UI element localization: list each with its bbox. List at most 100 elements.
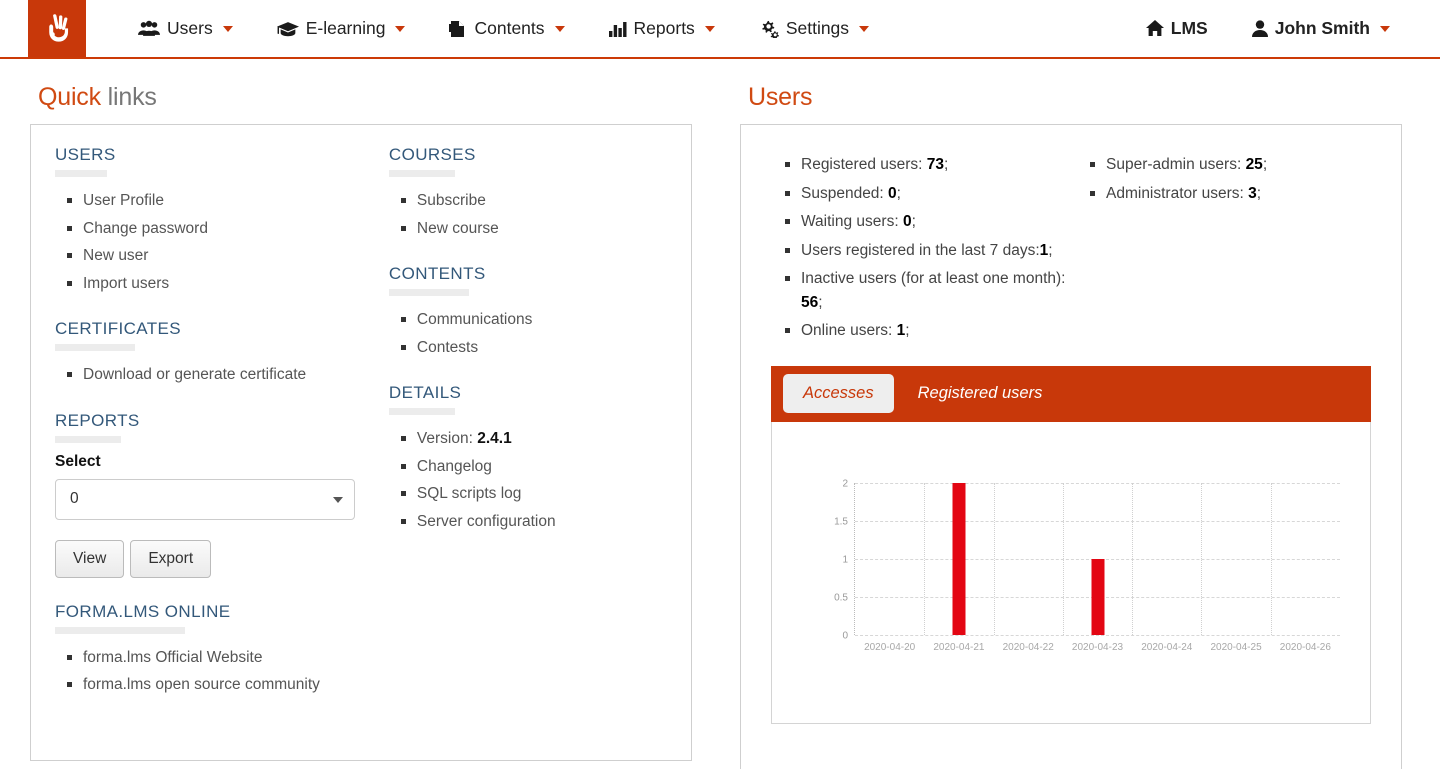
list-item[interactable]: Download or generate certificate xyxy=(83,361,361,389)
report-select[interactable]: 0 xyxy=(55,479,355,520)
users-stats-col-2: Super-admin users: 25; Administrator use… xyxy=(1080,153,1385,348)
list-item[interactable]: forma.lms open source community xyxy=(83,671,361,699)
list-item[interactable]: Changelog xyxy=(417,453,667,481)
user-icon xyxy=(1252,20,1268,37)
list-item[interactable]: Import users xyxy=(83,270,361,298)
nav-primary-menu: Users E-learning Conte xyxy=(116,0,891,57)
list-item[interactable]: SQL scripts log xyxy=(417,480,667,508)
chart-y-tick-label: 2 xyxy=(842,478,848,489)
nav-item-users[interactable]: Users xyxy=(116,0,255,57)
quick-links-title-accent: Quick xyxy=(38,83,101,111)
stat-label: Registered users: xyxy=(801,156,927,173)
tab-registered-users[interactable]: Registered users xyxy=(898,374,1063,413)
tab-accesses[interactable]: Accesses xyxy=(783,374,894,413)
chart-bar[interactable] xyxy=(952,483,965,635)
section-heading-users: USERS xyxy=(55,145,361,165)
link-user-profile[interactable]: User Profile xyxy=(83,192,164,209)
link-contests[interactable]: Contests xyxy=(417,339,478,356)
list-item[interactable]: Server configuration xyxy=(417,508,667,536)
chart-x-tick-label: 2020-04-25 xyxy=(1210,642,1261,653)
nav-item-contents[interactable]: Contents xyxy=(427,0,586,57)
link-communications[interactable]: Communications xyxy=(417,311,532,328)
users-stats-list-left: Registered users: 73; Suspended: 0; Wait… xyxy=(775,153,1080,343)
version-label: Version: xyxy=(417,430,473,447)
stat-suffix: ; xyxy=(818,294,822,311)
chart-bar[interactable] xyxy=(1091,559,1104,635)
link-new-user[interactable]: New user xyxy=(83,247,148,264)
view-button[interactable]: View xyxy=(55,540,124,578)
section-rule xyxy=(55,436,121,443)
section-rule xyxy=(389,408,455,415)
users-stats: Registered users: 73; Suspended: 0; Wait… xyxy=(757,143,1385,348)
quick-links-list-online: forma.lms Official Website forma.lms ope… xyxy=(55,644,361,699)
quick-links-list-contents: Communications Contests xyxy=(389,306,667,361)
link-download-certificate[interactable]: Download or generate certificate xyxy=(83,366,306,383)
nav-item-user-menu[interactable]: John Smith xyxy=(1230,0,1412,57)
quick-links-list-certificates: Download or generate certificate xyxy=(55,361,361,389)
home-icon xyxy=(1146,20,1164,37)
export-button[interactable]: Export xyxy=(130,540,211,578)
nav-item-contents-label: Contents xyxy=(474,18,544,39)
link-import-users[interactable]: Import users xyxy=(83,275,169,292)
nav-item-lms-label: LMS xyxy=(1171,18,1208,39)
stat-suffix: ; xyxy=(1048,242,1052,259)
stat-label: Online users: xyxy=(801,322,897,339)
users-stats-list-right: Super-admin users: 25; Administrator use… xyxy=(1080,153,1385,205)
nav-item-settings[interactable]: Settings xyxy=(737,0,891,57)
stat-suffix: ; xyxy=(897,185,901,202)
chart-y-tick-label: 0.5 xyxy=(834,592,848,603)
chart-tabs-wrapper: Accesses Registered users 00.511.522020-… xyxy=(771,366,1371,724)
list-item[interactable]: forma.lms Official Website xyxy=(83,644,361,672)
stat-inactive-users: Inactive users (for at least one month):… xyxy=(801,267,1080,314)
link-new-course[interactable]: New course xyxy=(417,220,499,237)
link-server-configuration[interactable]: Server configuration xyxy=(417,513,556,530)
hand-logo-icon xyxy=(40,12,74,46)
link-sql-scripts-log[interactable]: SQL scripts log xyxy=(417,485,522,502)
quick-links-card: USERS User Profile Change password New u… xyxy=(30,124,692,761)
nav-item-elearning[interactable]: E-learning xyxy=(255,0,428,57)
accesses-bar-chart: 00.511.522020-04-202020-04-212020-04-222… xyxy=(824,477,1348,667)
section-heading-details: DETAILS xyxy=(389,383,667,403)
chart-vertical-gridline xyxy=(924,483,925,635)
stat-online-users: Online users: 1; xyxy=(801,319,1080,343)
list-item[interactable]: Communications xyxy=(417,306,667,334)
link-official-website[interactable]: forma.lms Official Website xyxy=(83,649,262,666)
graduation-cap-icon xyxy=(277,20,299,37)
quick-links-title-muted: links xyxy=(108,83,157,111)
stat-suspended: Suspended: 0; xyxy=(801,182,1080,206)
chart-vertical-gridline xyxy=(1201,483,1202,635)
page-title-quick-links: Quick links xyxy=(38,83,722,112)
page-title-users: Users xyxy=(748,83,1400,112)
stat-suffix: ; xyxy=(944,156,948,173)
file-page-icon xyxy=(449,20,467,38)
list-item[interactable]: Change password xyxy=(83,215,361,243)
list-item[interactable]: New course xyxy=(417,215,667,243)
stat-registered-users: Registered users: 73; xyxy=(801,153,1080,177)
chevron-down-icon xyxy=(1380,26,1390,32)
users-card: Registered users: 73; Suspended: 0; Wait… xyxy=(740,124,1402,769)
link-change-password[interactable]: Change password xyxy=(83,220,208,237)
report-select-value: 0 xyxy=(70,490,79,508)
chart-tabbar: Accesses Registered users xyxy=(771,366,1371,422)
nav-item-lms[interactable]: LMS xyxy=(1124,0,1230,57)
list-item[interactable]: Contests xyxy=(417,334,667,362)
link-changelog[interactable]: Changelog xyxy=(417,458,492,475)
list-item[interactable]: New user xyxy=(83,242,361,270)
section-heading-certificates: CERTIFICATES xyxy=(55,319,361,339)
link-subscribe[interactable]: Subscribe xyxy=(417,192,486,209)
list-item[interactable]: Subscribe xyxy=(417,187,667,215)
stat-label: Inactive users (for at least one month): xyxy=(801,270,1065,287)
section-heading-online: FORMA.LMS ONLINE xyxy=(55,602,361,622)
users-group-icon xyxy=(138,20,160,37)
forma-lms-logo[interactable] xyxy=(28,0,86,57)
chart-y-tick-label: 0 xyxy=(842,630,848,641)
chart-vertical-gridline xyxy=(1271,483,1272,635)
stat-value: 56 xyxy=(801,294,818,311)
link-open-source-community[interactable]: forma.lms open source community xyxy=(83,676,320,693)
list-item[interactable]: User Profile xyxy=(83,187,361,215)
nav-item-users-label: Users xyxy=(167,18,213,39)
nav-item-reports[interactable]: Reports xyxy=(587,0,737,57)
section-rule xyxy=(55,344,135,351)
nav-item-elearning-label: E-learning xyxy=(306,18,386,39)
chart-x-tick-label: 2020-04-26 xyxy=(1280,642,1331,653)
